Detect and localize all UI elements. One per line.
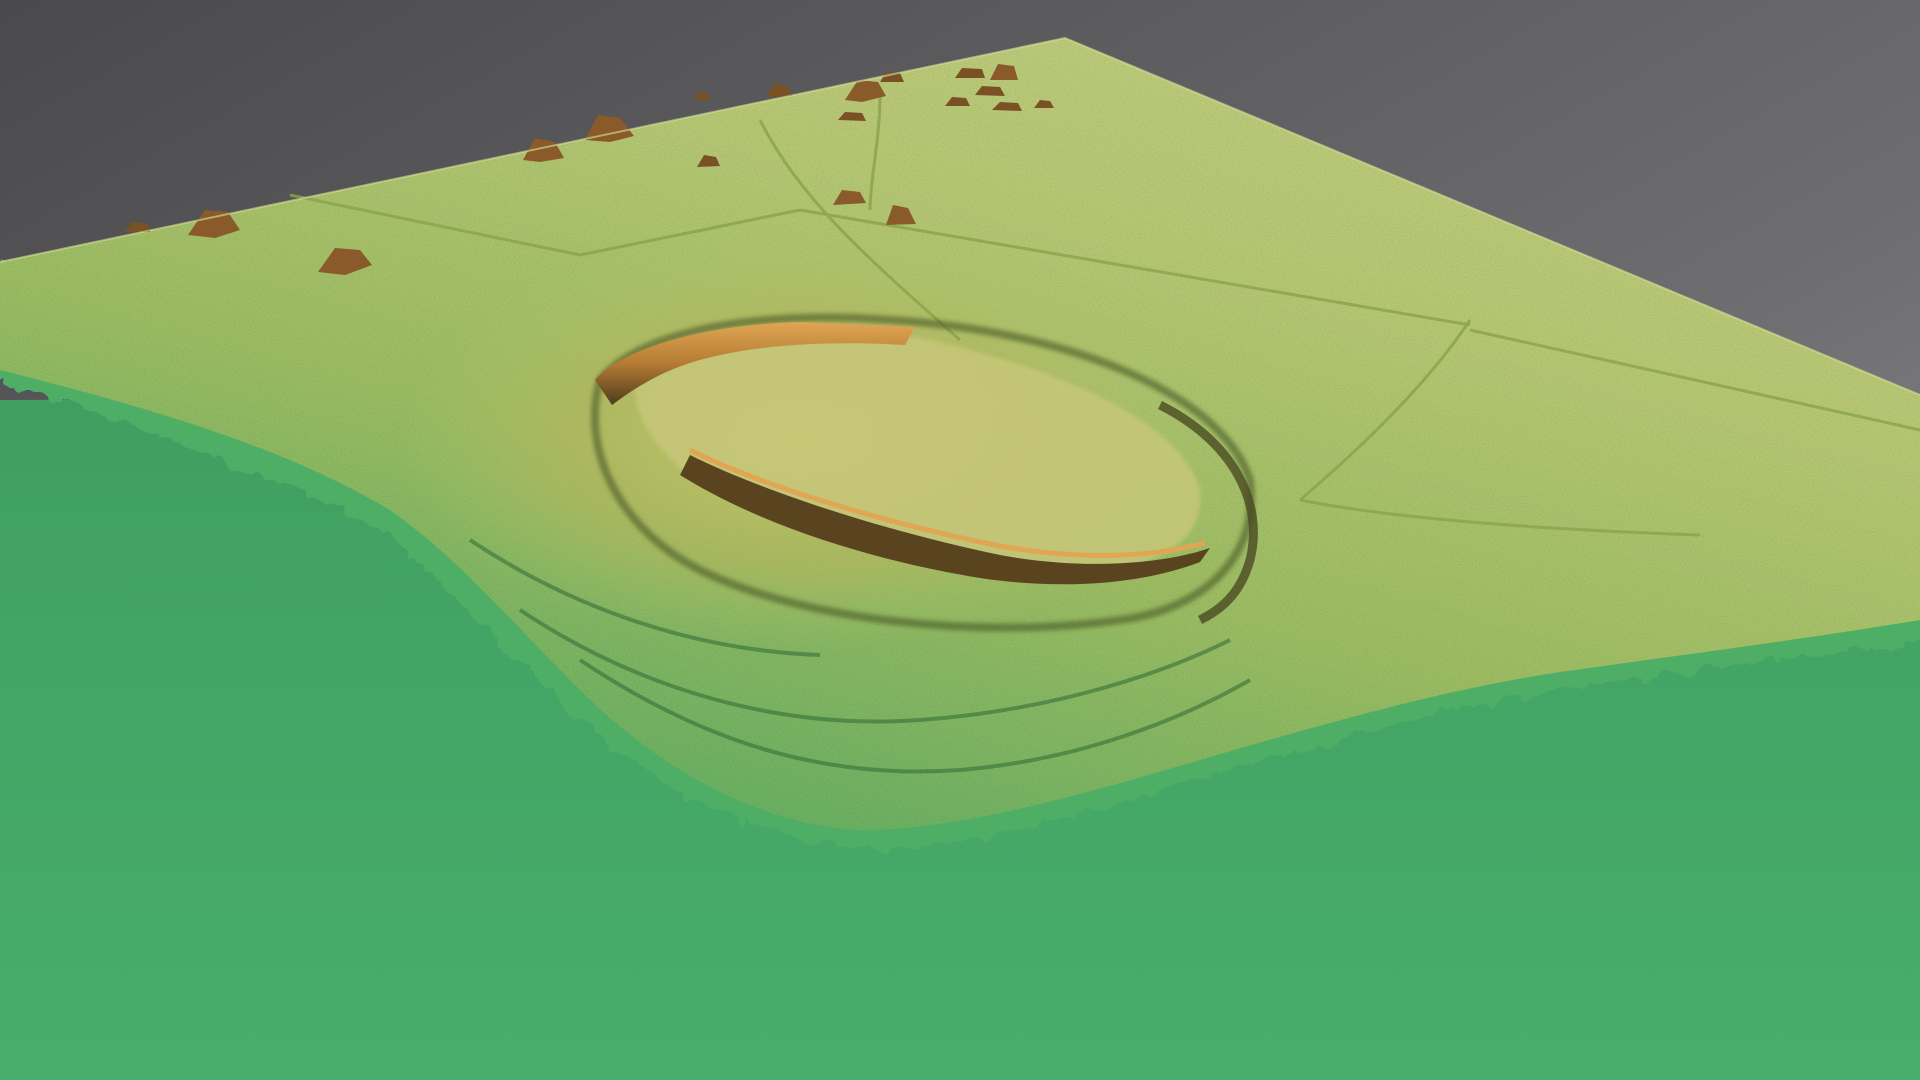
terrain-render-viewport <box>0 0 1920 1080</box>
lidar-terrain-render <box>0 0 1920 1080</box>
